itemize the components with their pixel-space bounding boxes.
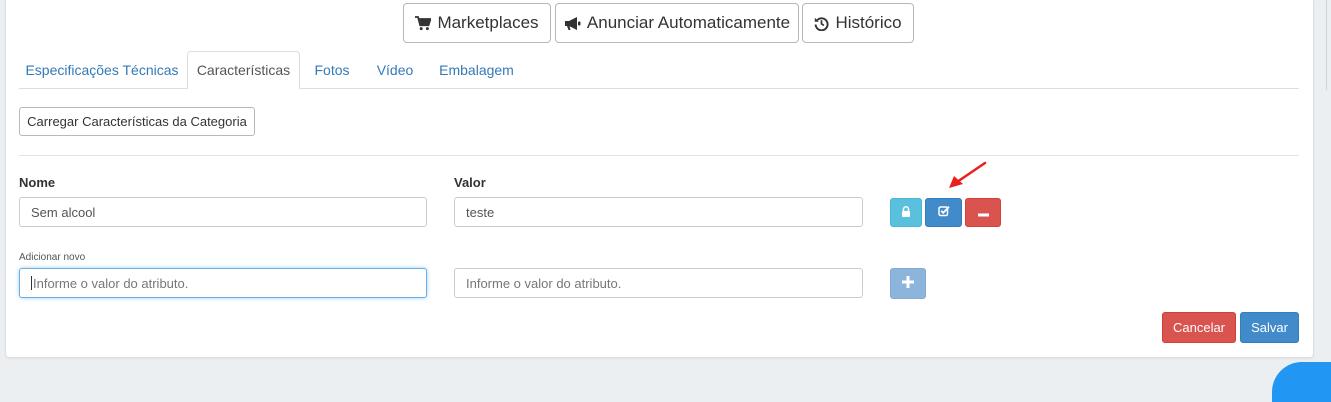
add-attribute-button[interactable]	[890, 268, 926, 299]
text-caret	[31, 276, 32, 290]
historico-label: Histórico	[835, 13, 902, 32]
history-icon	[814, 16, 829, 31]
historico-button[interactable]: Histórico	[802, 3, 914, 43]
anunciar-label: Anunciar Automaticamente	[586, 13, 791, 32]
load-category-characteristics-button[interactable]: Carregar Características da Categoria	[19, 107, 255, 136]
edit-attribute-button[interactable]	[925, 198, 962, 227]
plus-icon	[902, 275, 914, 293]
anunciar-automaticamente-button[interactable]: Anunciar Automaticamente	[555, 3, 799, 43]
name-column-header: Nome	[19, 175, 56, 190]
attribute-value-field[interactable]: teste	[454, 197, 863, 227]
new-attribute-value-input[interactable]: Informe o valor do atributo.	[454, 268, 863, 298]
add-new-label: Adicionar novo	[19, 252, 86, 263]
window-edge	[1326, 0, 1327, 90]
new-attribute-name-placeholder: Informe o valor do atributo.	[33, 275, 189, 291]
bullhorn-icon	[564, 16, 581, 31]
marketplaces-button[interactable]: Marketplaces	[403, 3, 551, 43]
marketplaces-label: Marketplaces	[437, 13, 539, 32]
tab-fotos[interactable]: Fotos	[302, 51, 362, 89]
remove-attribute-button[interactable]	[965, 198, 1001, 227]
section-divider	[19, 155, 1299, 156]
tab-embalagem[interactable]: Embalagem	[428, 51, 525, 89]
lock-attribute-button[interactable]	[890, 198, 922, 227]
tab-caracteristicas[interactable]: Características	[187, 51, 300, 89]
attribute-value-value: teste	[466, 204, 495, 220]
chat-widget-button[interactable]	[1272, 362, 1331, 402]
attribute-name-value: Sem alcool	[31, 204, 96, 220]
check-square-icon	[937, 204, 950, 222]
save-button[interactable]: Salvar	[1240, 312, 1299, 343]
cancel-button[interactable]: Cancelar	[1162, 312, 1236, 343]
new-attribute-value-placeholder: Informe o valor do atributo.	[466, 275, 622, 291]
attribute-name-field[interactable]: Sem alcool	[19, 197, 427, 227]
new-attribute-name-input[interactable]: Informe o valor do atributo.	[19, 268, 427, 298]
minus-icon	[977, 204, 989, 222]
annotation-arrow-icon	[940, 160, 990, 199]
value-column-header: Valor	[454, 175, 486, 190]
tab-especificacoes-tecnicas[interactable]: Especificações Técnicas	[19, 51, 185, 89]
tab-video[interactable]: Vídeo	[364, 51, 426, 89]
shopping-cart-icon	[415, 15, 432, 31]
lock-icon	[901, 204, 911, 222]
